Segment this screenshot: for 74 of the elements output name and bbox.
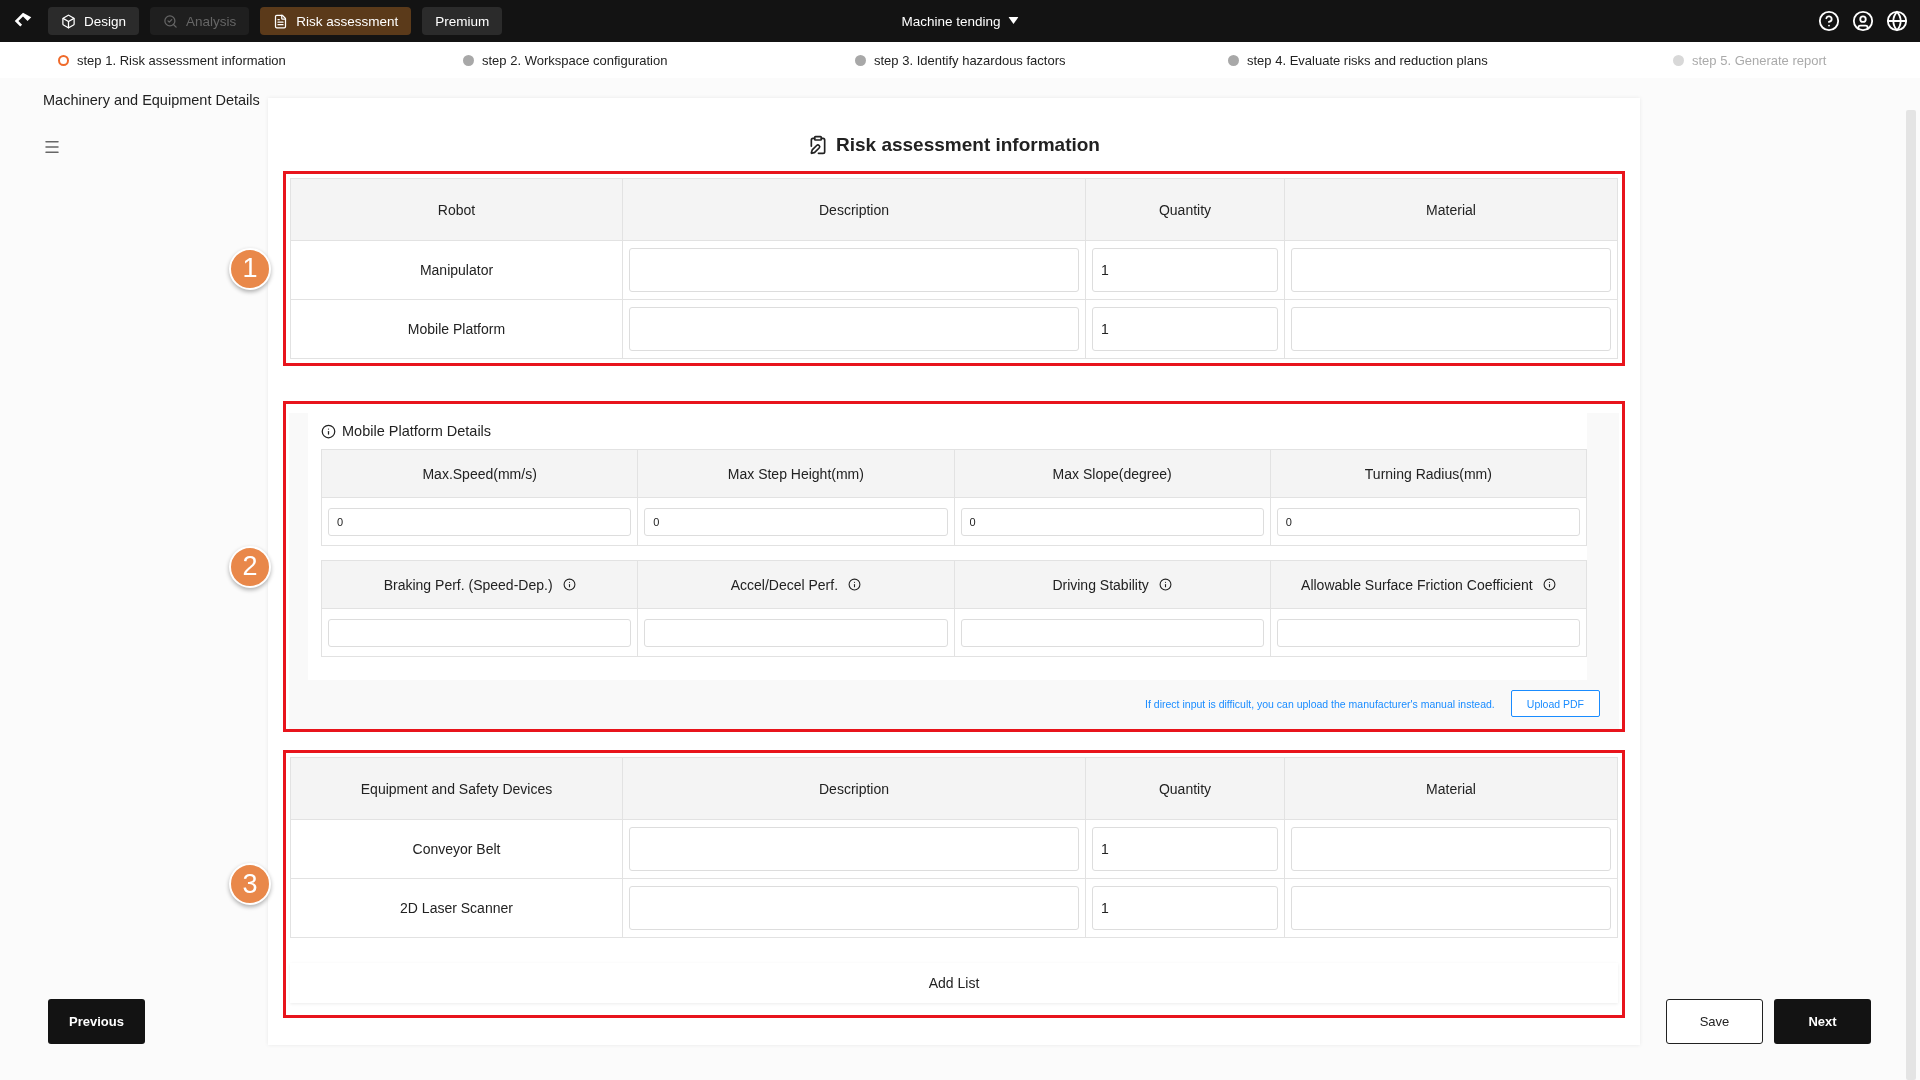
magnifier-icon	[163, 13, 179, 29]
clipboard-icon	[808, 134, 828, 155]
premium-button[interactable]: Premium	[422, 7, 503, 35]
column-header: Max Step Height(mm)	[727, 465, 864, 482]
description-field[interactable]	[629, 248, 1079, 292]
number-badge: 3	[229, 863, 271, 905]
card-title: Risk assessment information	[836, 133, 1100, 156]
menu-icon[interactable]	[43, 138, 61, 156]
step-label[interactable]: step 1. Risk assessment information	[77, 52, 286, 68]
caret-icon	[1008, 17, 1019, 25]
column-header: Material	[1285, 758, 1618, 820]
input-field[interactable]: 0	[1276, 507, 1580, 536]
column-header: Driving Stability	[1052, 576, 1149, 593]
cube-icon	[61, 13, 76, 29]
sidebar-title: Machinery and Equipment Details	[43, 92, 261, 108]
column-header: Allowable Surface Friction Coefficient	[1301, 576, 1533, 593]
number-badge: 2	[229, 545, 271, 588]
nav-tab[interactable]: Design	[48, 7, 140, 35]
number-badge: 1	[229, 247, 271, 290]
table-cell: 2D Laser Scanner	[291, 879, 623, 938]
upload-hint: If direct input is difficult, you can upload the manufacturer's manual instead.	[1145, 697, 1495, 710]
material-field[interactable]	[1291, 886, 1611, 930]
info-icon[interactable]	[1542, 578, 1556, 591]
quantity-field[interactable]: 1	[1092, 827, 1278, 871]
quantity-field[interactable]: 1	[1092, 248, 1278, 292]
quantity-field[interactable]: 1	[1092, 307, 1278, 351]
nav-tab[interactable]: Risk assessment	[260, 7, 412, 35]
column-header: Material	[1285, 179, 1618, 241]
quantity-field[interactable]: 1	[1092, 886, 1278, 930]
step-label[interactable]: step 2. Workspace configuration	[482, 52, 668, 68]
column-header: Accel/Decel Perf.	[730, 576, 839, 593]
description-field[interactable]	[629, 886, 1079, 930]
table-cell: Conveyor Belt	[291, 820, 623, 879]
input-field[interactable]	[960, 618, 1264, 647]
column-header: Description	[623, 758, 1086, 820]
column-header: Max.Speed(mm/s)	[422, 465, 537, 482]
description-field[interactable]	[629, 827, 1079, 871]
globe-icon[interactable]	[1886, 10, 1908, 32]
user-icon[interactable]	[1852, 10, 1874, 32]
material-field[interactable]	[1291, 248, 1611, 292]
info-icon[interactable]	[562, 578, 576, 591]
description-field[interactable]	[629, 307, 1079, 351]
input-field[interactable]: 0	[960, 507, 1264, 536]
table-cell: Mobile Platform	[291, 300, 623, 359]
input-field[interactable]	[328, 618, 632, 647]
column-header: Turning Radius(mm)	[1364, 465, 1492, 482]
column-header: Robot	[291, 179, 623, 241]
next-button[interactable]: Next	[1774, 999, 1871, 1044]
info-icon	[321, 423, 336, 439]
input-field[interactable]	[1276, 618, 1580, 647]
column-header: Description	[623, 179, 1086, 241]
project-dropdown[interactable]: Machine tending	[895, 12, 1025, 30]
input-field[interactable]: 0	[328, 507, 632, 536]
save-button[interactable]: Save	[1666, 999, 1763, 1044]
input-field[interactable]: 0	[644, 507, 948, 536]
table-cell: Manipulator	[291, 241, 623, 300]
column-header: Max Slope(degree)	[1052, 465, 1172, 482]
previous-button[interactable]: Previous	[48, 999, 145, 1044]
material-field[interactable]	[1291, 307, 1611, 351]
help-icon[interactable]	[1818, 10, 1840, 32]
material-field[interactable]	[1291, 827, 1611, 871]
column-header: Quantity	[1086, 179, 1285, 241]
column-header: Quantity	[1086, 758, 1285, 820]
step-label[interactable]: step 3. Identify hazardous factors	[874, 52, 1066, 68]
section-title: Mobile Platform Details	[342, 423, 492, 439]
add-list-button[interactable]: Add List	[290, 963, 1618, 1003]
document-icon	[273, 13, 289, 29]
column-header: Braking Perf. (Speed-Dep.)	[383, 576, 553, 593]
column-header: Equipment and Safety Devices	[291, 758, 623, 820]
info-icon[interactable]	[1158, 578, 1172, 591]
input-field[interactable]	[644, 618, 948, 647]
step-label[interactable]: step 4. Evaluate risks and reduction plans	[1247, 52, 1488, 68]
info-icon[interactable]	[848, 578, 862, 591]
upload-pdf-button[interactable]: Upload PDF	[1510, 690, 1600, 717]
